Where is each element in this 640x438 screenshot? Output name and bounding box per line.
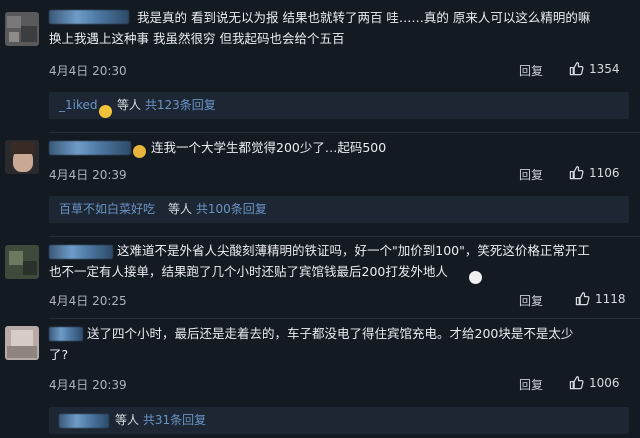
avatar[interactable] [5,245,39,279]
emoji-icon [469,267,482,286]
reply-preview[interactable]: 等人 共31条回复 [49,407,629,434]
reply-others-text: 等人 [168,202,193,216]
emoji-icon [133,141,146,160]
like-button[interactable]: 1354 [569,61,620,76]
reply-button[interactable]: 回复 [519,292,543,309]
reply-button[interactable]: 回复 [519,62,543,79]
reply-count-link[interactable]: 共100条回复 [196,202,267,216]
reply-preview[interactable]: 百草不如白菜好吃 等人 共100条回复 [49,196,629,223]
like-count: 1006 [589,375,620,390]
reply-count-link[interactable]: 共31条回复 [143,413,206,427]
reply-others-text: 等人 [117,98,142,112]
comment-date: 4月4日 20:30 [49,64,127,78]
like-button[interactable]: 1106 [569,165,620,180]
divider [49,236,640,237]
comment-text: 我是真的 看到说无以为报 结果也就转了两百 哇……真的 原来人可以这么精明的嘛 … [49,10,591,46]
thumbs-up-icon [569,165,584,180]
reply-preview[interactable]: _1iked 等人 共123条回复 [49,92,629,119]
like-count: 1106 [589,165,620,180]
comment-date: 4月4日 20:39 [49,168,127,182]
comment-text: 送了四个小时，最后还是走着去的，车子都没电了得住宾馆充电。才给200块是不是太少… [49,326,574,362]
reply-username[interactable]: _1iked [59,92,98,119]
reply-count-link[interactable]: 共123条回复 [145,98,216,112]
comment-text: 这难道不是外省人尖酸刻薄精明的铁证吗，好一个"加价到100"，笑死这价格正常开工… [49,243,590,279]
like-button[interactable]: 1118 [575,291,626,306]
thumbs-up-icon [575,291,590,306]
username-redacted[interactable] [49,141,131,155]
like-button[interactable]: 1006 [569,375,620,390]
reply-username-redacted[interactable] [59,414,109,428]
reply-username[interactable]: 百草不如白菜好吃 [59,196,155,223]
avatar[interactable] [5,12,39,46]
avatar[interactable] [5,140,39,174]
divider [49,318,640,319]
comment-text: 连我一个大学生都觉得200少了…起码500 [151,140,387,155]
reply-others-text: 等人 [115,413,140,427]
thumbs-up-icon [569,375,584,390]
thumbs-up-icon [569,61,584,76]
reply-button[interactable]: 回复 [519,376,543,393]
divider [49,132,640,133]
reply-button[interactable]: 回复 [519,166,543,183]
emoji-icon [99,99,112,126]
avatar[interactable] [5,326,39,360]
like-count: 1354 [589,61,620,76]
like-count: 1118 [595,291,626,306]
comment-date: 4月4日 20:25 [49,294,127,308]
comment-date: 4月4日 20:39 [49,378,127,392]
